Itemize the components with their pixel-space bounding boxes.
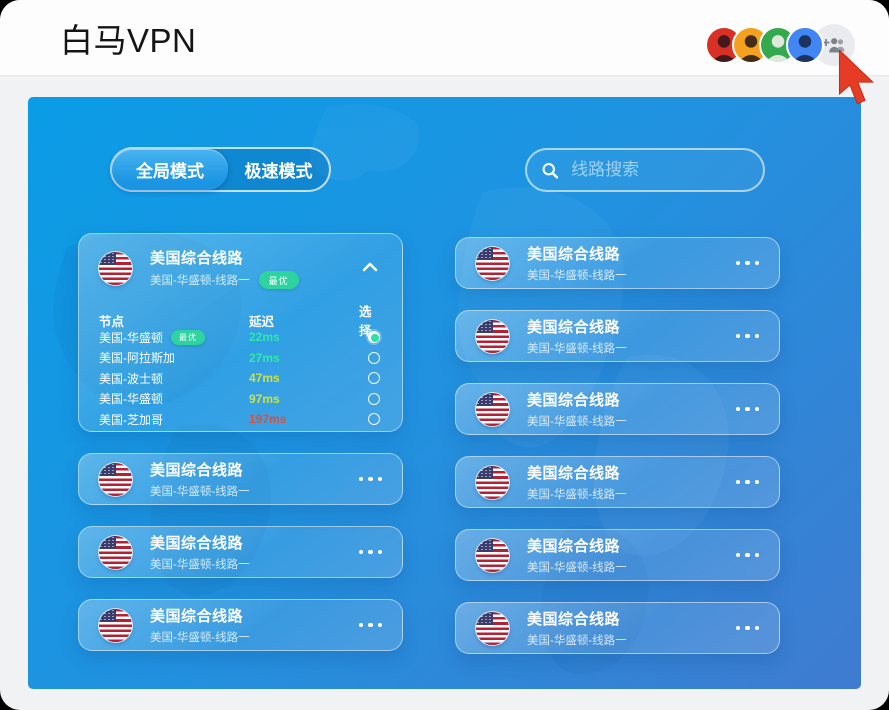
ellipsis-icon[interactable] (358, 544, 382, 561)
collapse-button[interactable] (358, 255, 382, 281)
us-flag-icon (476, 392, 509, 426)
server-subtitle: 美国-华盛顿-线路一 (150, 275, 250, 287)
server-card[interactable]: 美国综合线路 美国-华盛顿-线路一 (455, 602, 780, 654)
server-title: 美国综合线路 (527, 319, 621, 336)
search-input[interactable] (569, 159, 749, 181)
server-card[interactable]: 美国综合线路 美国-华盛顿-线路一 (78, 599, 403, 651)
server-subtitle: 美国-华盛顿-线路一 (527, 416, 627, 428)
us-flag-icon (476, 538, 509, 572)
server-subtitle: 美国-华盛顿-线路一 (527, 270, 627, 282)
server-title: 美国综合线路 (150, 250, 244, 267)
main-panel: 全局模式 极速模式 美国综合线路 美国-华盛顿-线路一 (28, 97, 861, 689)
server-title: 美国综合线路 (527, 246, 621, 263)
best-badge: 最优 (258, 271, 299, 289)
node-name: 美国-阿拉斯加 (99, 351, 175, 366)
search-icon (542, 162, 559, 179)
server-card[interactable]: 美国综合线路 美国-华盛顿-线路一 (455, 237, 780, 289)
add-people-icon (822, 37, 845, 52)
server-subtitle: 美国-华盛顿-线路一 (150, 559, 250, 571)
server-title: 美国综合线路 (527, 465, 621, 482)
us-flag-icon (476, 465, 509, 499)
us-flag-icon (99, 535, 132, 569)
server-column-right: 美国综合线路 美国-华盛顿-线路一 美国综合线路 美国-华盛顿-线路一 美国综合… (455, 237, 780, 654)
us-flag-icon (476, 611, 509, 645)
node-latency: 197ms (249, 412, 287, 427)
node-latency: 47ms (249, 371, 280, 386)
tab-global-mode[interactable]: 全局模式 (112, 149, 228, 190)
ellipsis-icon[interactable] (735, 620, 759, 637)
ellipsis-icon[interactable] (735, 328, 759, 345)
us-flag-icon (476, 319, 509, 353)
node-table-header: 节点 延迟 选择 (99, 301, 382, 338)
node-rows: 美国-华盛顿 最优 22ms 美国-阿拉斯加 27ms 美国-波士顿 47ms … (99, 327, 382, 430)
node-table: 节点 延迟 选择 美国-华盛顿 最优 22ms 美国-阿拉斯加 27ms 美国-… (99, 301, 382, 430)
app-window: 白马VPN 全局模式 极速模式 线路搜索 美国综合线路 美国-华盛顿-线路一 最… (0, 0, 889, 710)
us-flag-icon (99, 462, 132, 496)
server-title: 美国综合线路 (527, 611, 621, 628)
server-subtitle: 美国-华盛顿-线路一 (527, 489, 627, 501)
node-row: 美国-波士顿 47ms (99, 368, 382, 389)
server-subtitle: 美国-华盛顿-线路一 (527, 635, 627, 647)
server-subtitle: 美国-华盛顿-线路一 (150, 632, 250, 644)
node-name: 美国-华盛顿 (99, 330, 163, 345)
node-name: 美国-华盛顿 (99, 392, 163, 407)
ellipsis-icon[interactable] (735, 547, 759, 564)
node-row: 美国-华盛顿 97ms (99, 389, 382, 410)
server-subtitle: 美国-华盛顿-线路一 (527, 562, 627, 574)
ellipsis-icon[interactable] (358, 471, 382, 488)
chevron-up-icon (362, 262, 378, 272)
server-card[interactable]: 美国综合线路 美国-华盛顿-线路一 (455, 310, 780, 362)
server-subtitle: 美国-华盛顿-线路一 (527, 343, 627, 355)
node-row: 美国-阿拉斯加 27ms (99, 348, 382, 369)
app-title: 白马VPN (60, 21, 197, 59)
ellipsis-icon[interactable] (735, 474, 759, 491)
best-badge: 最优 (171, 329, 205, 345)
ellipsis-icon[interactable] (735, 255, 759, 272)
ellipsis-icon[interactable] (358, 617, 382, 634)
node-row: 美国-芝加哥 197ms (99, 409, 382, 430)
left-collapsed-cards: 美国综合线路 美国-华盛顿-线路一 美国综合线路 美国-华盛顿-线路一 美国综合… (78, 453, 403, 651)
server-column-left: 美国综合线路 美国-华盛顿-线路一 最优 节点 延迟 选择 美国-华盛顿 最优 … (78, 233, 403, 651)
col-header-node: 节点 (99, 314, 125, 329)
server-card[interactable]: 美国综合线路 美国-华盛顿-线路一 (455, 529, 780, 581)
expanded-card-header[interactable]: 美国综合线路 美国-华盛顿-线路一 最优 (99, 247, 382, 289)
server-title: 美国综合线路 (150, 535, 244, 552)
node-select-radio[interactable] (368, 392, 380, 405)
avatar-group (705, 24, 855, 66)
person-icon (792, 35, 818, 62)
tab-speed-mode[interactable]: 极速模式 (228, 149, 329, 190)
server-card[interactable]: 美国综合线路 美国-华盛顿-线路一 (455, 383, 780, 435)
node-select-radio[interactable] (368, 351, 380, 364)
node-select-radio[interactable] (368, 331, 380, 344)
us-flag-icon (99, 608, 132, 642)
mode-tab-group: 全局模式 极速模式 (110, 147, 331, 192)
node-name: 美国-波士顿 (99, 371, 163, 386)
col-header-latency: 延迟 (249, 314, 275, 329)
server-card[interactable]: 美国综合线路 美国-华盛顿-线路一 (78, 453, 403, 505)
node-name: 美国-芝加哥 (99, 412, 163, 427)
ellipsis-icon[interactable] (735, 401, 759, 418)
node-select-radio[interactable] (368, 372, 380, 385)
node-select-radio[interactable] (368, 413, 380, 426)
server-title: 美国综合线路 (527, 392, 621, 409)
server-title: 美国综合线路 (527, 538, 621, 555)
server-subtitle: 美国-华盛顿-线路一 (150, 486, 250, 498)
avatar-user-4[interactable] (786, 26, 824, 64)
us-flag-icon (99, 251, 132, 285)
server-card[interactable]: 美国综合线路 美国-华盛顿-线路一 (455, 456, 780, 508)
node-latency: 22ms (249, 330, 280, 345)
node-row: 美国-华盛顿 最优 22ms (99, 327, 382, 348)
node-latency: 27ms (249, 350, 280, 365)
header-bar: 白马VPN (0, 0, 889, 76)
node-latency: 97ms (249, 391, 280, 406)
server-card[interactable]: 美国综合线路 美国-华盛顿-线路一 (78, 526, 403, 578)
server-card-expanded: 美国综合线路 美国-华盛顿-线路一 最优 节点 延迟 选择 美国-华盛顿 最优 … (78, 233, 403, 432)
search-box[interactable] (525, 148, 765, 192)
us-flag-icon (476, 246, 509, 280)
server-title: 美国综合线路 (150, 462, 244, 479)
server-title: 美国综合线路 (150, 608, 244, 625)
